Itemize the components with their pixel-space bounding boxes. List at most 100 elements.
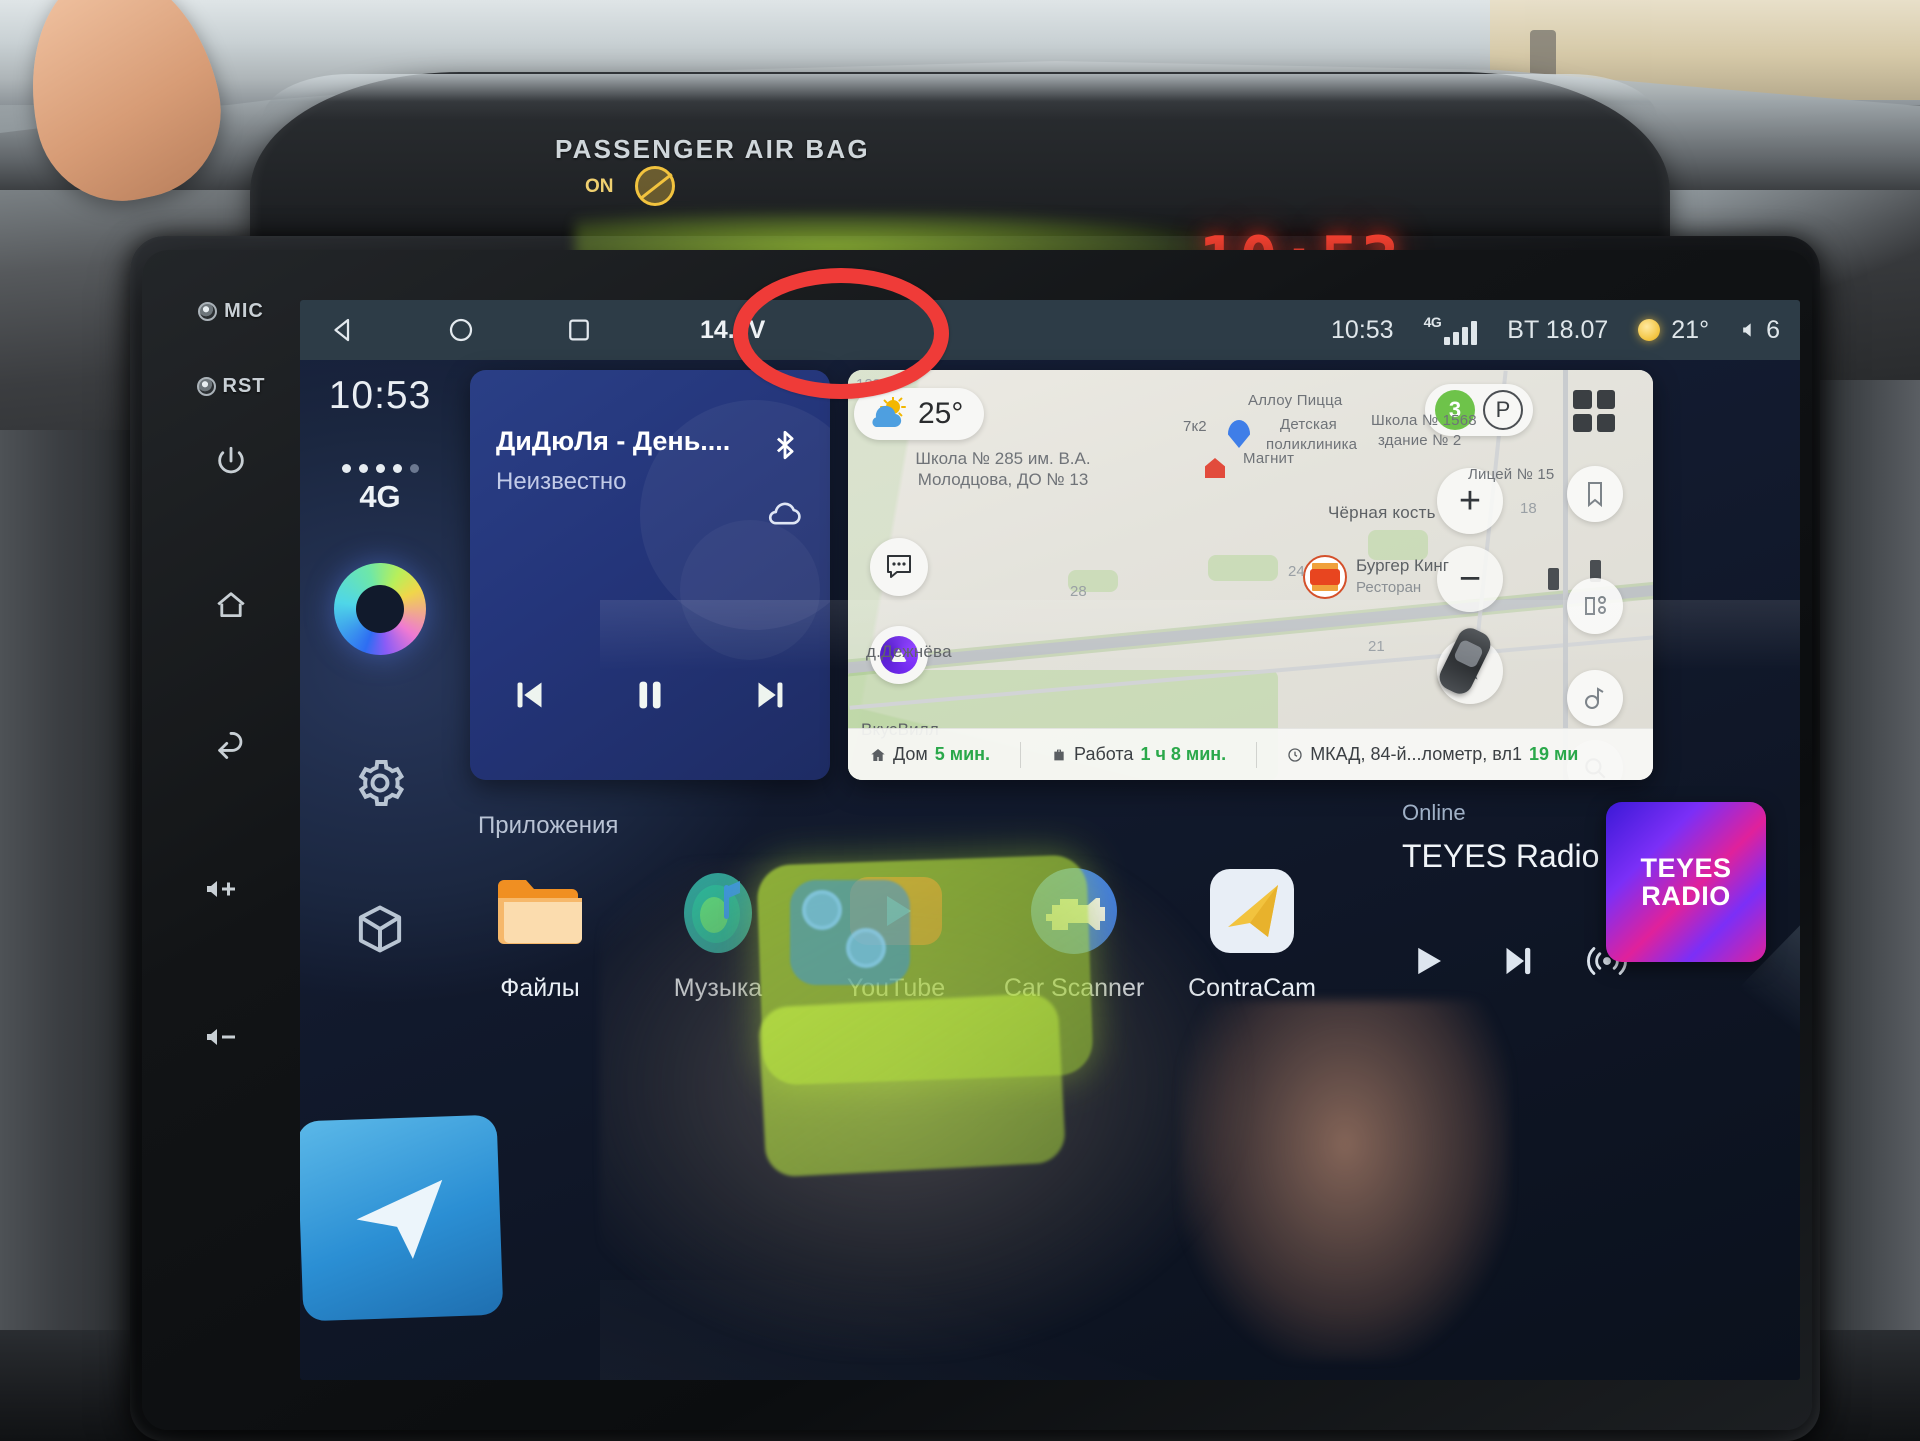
- app-label: Музыка: [673, 974, 763, 1002]
- next-track-button[interactable]: [739, 664, 801, 726]
- rail-network-label: 4G: [359, 479, 401, 514]
- apps-drawer-button[interactable]: [352, 901, 408, 957]
- bluetooth-source-button[interactable]: [768, 426, 802, 469]
- route-time: 1 ч 8 мин.: [1140, 744, 1227, 764]
- volume-level: 6: [1766, 315, 1780, 344]
- parking-icon: P: [1483, 390, 1523, 430]
- app-label: Car Scanner: [1003, 974, 1145, 1002]
- cloud-source-button[interactable]: [764, 498, 806, 535]
- music-note-icon: [1585, 687, 1604, 709]
- map-label: Аллоу Пицца: [1248, 392, 1343, 409]
- teyes-radio-widget[interactable]: Online TEYES Radio TEYES RADIO: [1390, 790, 1780, 1020]
- divider: [1020, 741, 1022, 768]
- home-key[interactable]: [214, 588, 248, 622]
- cellular-signal: 4G: [1424, 315, 1478, 345]
- signal-dot: [409, 464, 419, 473]
- airbag-off-symbol-icon: [635, 166, 675, 206]
- nav-recents-button[interactable]: [564, 315, 594, 345]
- map-bookmarks-button[interactable]: [1567, 466, 1623, 522]
- annotation-circle: [733, 268, 949, 399]
- car-interior-photo: PASSENGER AIR BAG ON 10:53 H M MIC RST: [0, 0, 1920, 1441]
- radio-play-button[interactable]: [1406, 940, 1448, 987]
- home-icon: [871, 748, 885, 761]
- signal-dot: [358, 464, 368, 473]
- engine-icon: [1025, 862, 1123, 960]
- burger-king-logo-icon: [1303, 555, 1347, 599]
- grid-square: [1573, 390, 1592, 409]
- route-shortcut-home[interactable]: Дом 5 мин.: [870, 744, 990, 765]
- music-player-widget[interactable]: ДиДюЛя - День.... Неизвестно: [470, 370, 830, 780]
- radio-next-button[interactable]: [1496, 940, 1538, 987]
- nav-home-button[interactable]: [446, 315, 476, 345]
- nav-back-button[interactable]: [328, 315, 358, 345]
- divider: [1256, 741, 1258, 768]
- burger-king-glyph: [1310, 569, 1340, 585]
- grid-square: [1596, 413, 1615, 432]
- app-youtube[interactable]: YouTube: [826, 862, 966, 1003]
- music-glyph: [684, 873, 752, 953]
- play-pause-button[interactable]: [619, 664, 681, 726]
- home-icon: [217, 592, 245, 618]
- app-files[interactable]: Файлы: [470, 862, 610, 1003]
- reset-key-label: RST: [222, 375, 266, 397]
- apps-row: Файлы Музыка YouTube Car Scanner ContraC…: [470, 862, 1350, 1003]
- bluetooth-version-label: BT 18.07: [1507, 315, 1609, 344]
- power-icon: [218, 446, 244, 474]
- volume-up-key[interactable]: [204, 872, 258, 906]
- next-icon: [758, 682, 783, 708]
- radio-status: Online: [1402, 800, 1466, 825]
- signal-bar-1: [1444, 337, 1451, 345]
- pause-icon: [639, 681, 661, 709]
- head-unit-screen[interactable]: 14.3V 10:53 4G BT 18.07 21° 6 10:53 4G Д…: [300, 300, 1800, 1380]
- send-icon: [356, 1179, 443, 1259]
- map-label: Чёрная кость: [1328, 503, 1436, 522]
- volume-status-group[interactable]: 6: [1739, 316, 1780, 345]
- route-shortcut-recent[interactable]: МКАД, 84-й...лометр, вл1 19 ми: [1287, 744, 1578, 765]
- radio-transport-controls: [1406, 940, 1628, 987]
- grid-square: [1596, 390, 1615, 409]
- status-clock: 10:53: [1331, 315, 1394, 344]
- previous-track-button[interactable]: [499, 664, 561, 726]
- app-contracam[interactable]: ContraCam: [1182, 862, 1322, 1003]
- navigation-map-widget[interactable]: 25° Школа № 285 им. В.А. Молодцова, ДО №…: [848, 370, 1653, 780]
- map-house-number: 24: [1288, 563, 1305, 580]
- map-label: Школа № 1568: [1371, 412, 1477, 429]
- voice-assistant-button[interactable]: [334, 563, 426, 655]
- map-route-shortcuts-bar: Дом 5 мин. Работа 1 ч 8 мин. МКАД, 84-й.…: [848, 728, 1653, 780]
- apps-section-title: Приложения: [478, 812, 619, 839]
- power-key[interactable]: [214, 444, 248, 478]
- map-menu-button[interactable]: [1573, 390, 1615, 432]
- route-shortcut-work[interactable]: Работа 1 ч 8 мин.: [1051, 744, 1226, 765]
- map-label: Детская: [1280, 416, 1337, 433]
- passenger-airbag-panel: PASSENGER AIR BAG ON 10:53 H M: [275, 92, 1635, 308]
- back-key[interactable]: [214, 732, 248, 766]
- layers-icon: [1585, 596, 1606, 615]
- cube-icon: [358, 905, 402, 953]
- play-icon: [1418, 947, 1441, 975]
- gear-icon: [358, 760, 405, 806]
- airbag-on-indicator: ON: [585, 176, 614, 197]
- console-left-trim: [0, 430, 150, 1441]
- map-house-number: 28: [1070, 583, 1087, 600]
- mic-key[interactable]: MIC: [198, 300, 264, 323]
- radio-album-art: TEYES RADIO: [1606, 802, 1766, 962]
- arrow-glyph: [1210, 869, 1294, 953]
- zoom-out-label: −: [1458, 558, 1482, 600]
- map-music-button[interactable]: [1567, 670, 1623, 726]
- app-music[interactable]: Музыка: [648, 862, 788, 1003]
- settings-button[interactable]: [352, 755, 408, 811]
- volume-down-icon: [207, 1029, 235, 1045]
- cloud-icon: [769, 502, 801, 525]
- map-house-number: 18: [1520, 500, 1537, 517]
- map-school-label: Школа № 285 им. В.А. Молодцова, ДО № 13: [915, 449, 1091, 490]
- map-messages-button[interactable]: [870, 538, 928, 596]
- volume-icon: [1743, 323, 1751, 337]
- map-layers-button[interactable]: [1567, 578, 1623, 634]
- route-label: МКАД, 84-й...лометр, вл1: [1310, 744, 1522, 764]
- volume-down-key[interactable]: [204, 1020, 258, 1054]
- square-icon: [569, 319, 589, 341]
- signal-bar-2: [1453, 332, 1460, 345]
- status-bar-right-group: 10:53 4G BT 18.07 21° 6: [1331, 300, 1780, 360]
- reset-key[interactable]: RST: [196, 375, 266, 398]
- app-car-scanner[interactable]: Car Scanner: [1004, 862, 1144, 1003]
